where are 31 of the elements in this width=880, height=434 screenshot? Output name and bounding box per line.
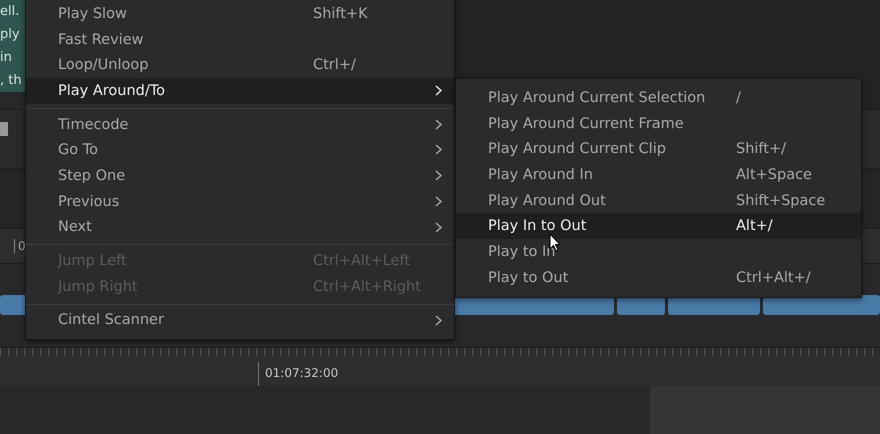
menu-item[interactable]: Play Around/To (26, 78, 454, 104)
menu-item[interactable]: Next (26, 214, 454, 240)
shortcut-label: Shift+/ (736, 141, 786, 158)
menu-item[interactable]: Step One (26, 163, 454, 189)
menu-item[interactable]: Play In to Out Alt+/ (456, 213, 861, 240)
panel-text: ell. (0, 3, 20, 21)
slider-handle-icon (0, 122, 8, 136)
menu-item[interactable]: Play to In (456, 239, 861, 265)
menu-item[interactable]: Play Slow Shift+K (26, 1, 454, 27)
menu-item[interactable]: Previous (26, 188, 454, 214)
menu-item[interactable]: Go To (26, 137, 454, 164)
panel-text: in (0, 49, 13, 67)
menu-item[interactable]: Cintel Scanner (26, 308, 454, 334)
menu-item[interactable]: Play Around Current Clip Shift+/ (456, 136, 861, 162)
menu-item[interactable]: Fast Review (26, 26, 454, 52)
panel-text: ply (0, 26, 21, 44)
shortcut-label: Shift+Space (736, 192, 826, 209)
panel-text: , th (0, 72, 23, 90)
menu-item[interactable]: Loop/Unloop Ctrl+/ (26, 52, 454, 78)
menu-item[interactable]: Play Around Current Selection / (456, 85, 861, 111)
menu-item[interactable]: Play Around Current Frame (456, 110, 861, 136)
shortcut-label: Ctrl+/ (313, 57, 356, 74)
menu-item[interactable]: Timecode (26, 112, 454, 138)
menu-item[interactable]: Play Around In Alt+Space (456, 162, 861, 188)
menu-item[interactable]: Play to Out Ctrl+Alt+/ (456, 264, 861, 290)
shortcut-label: Ctrl+Alt+/ (736, 270, 811, 286)
shortcut-label: Alt+/ (736, 218, 773, 234)
shortcut-label: / (736, 90, 741, 106)
menu-item[interactable]: Play Around Out Shift+Space (456, 188, 861, 214)
shortcut-label: Shift+K (313, 6, 368, 22)
shortcut-label: Alt+Space (736, 166, 812, 183)
